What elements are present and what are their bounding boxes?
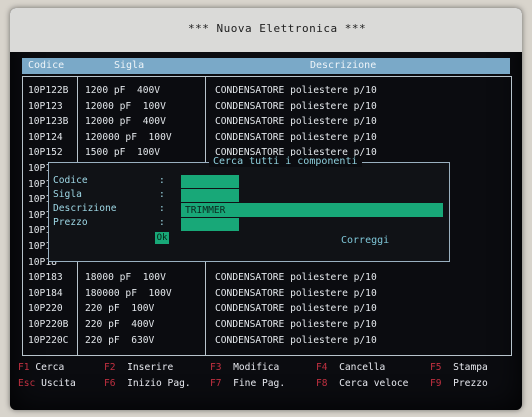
column-header-descrizione[interactable]: Descrizione (310, 60, 376, 71)
cell-codice: 10P152 (28, 147, 63, 159)
fkey-f3[interactable]: F3 Modifica (210, 362, 279, 373)
sigla-field[interactable] (181, 189, 239, 202)
label-sigla: Sigla (53, 189, 82, 200)
function-key-bar: F1 Cerca F2 Inserire F3 Modifica F4 Canc… (10, 360, 522, 400)
cell-sigla: 12000 pF 400V (85, 116, 166, 128)
ok-button[interactable]: Ok (155, 232, 169, 244)
cell-codice: 10P220 (28, 303, 63, 315)
label-descrizione: Descrizione (53, 203, 117, 214)
cell-sigla: 220 pF 630V (85, 334, 155, 346)
fkey-f2[interactable]: F2 Inserire (104, 362, 173, 373)
label-codice: Codice (53, 175, 88, 186)
cell-codice: 10P220B (28, 319, 69, 330)
table-row[interactable]: 10P220B 220 pF 400V CONDENSATORE poliester… (23, 319, 511, 333)
cell-descrizione: CONDENSATORE poliestere p/10 (215, 319, 377, 330)
table-row[interactable]: 10P183 18000 pF 100V CONDENSATORE polieste… (23, 272, 511, 286)
table-row[interactable]: 10P220 220 pF 100V CONDENSATORE poliestere… (23, 303, 511, 317)
cell-sigla: 220 pF 400V (85, 319, 155, 330)
fkey-f1[interactable]: F1 Cerca (18, 362, 64, 373)
cell-descrizione: CONDENSATORE poliestere p/10 (215, 272, 377, 284)
cell-codice: 10P123B (28, 116, 69, 128)
app-title: *** Nuova Elettronica *** (188, 22, 367, 35)
fkey-f8[interactable]: F8 Cerca veloce (316, 378, 408, 389)
cell-codice: 10P122B (28, 85, 69, 96)
search-dialog: Cerca tutti i componenti Codice Sigla De… (48, 156, 450, 262)
table-row[interactable]: 10P123B 12000 pF 400V CONDENSATORE poliest… (23, 116, 511, 130)
label-prezzo: Prezzo (53, 217, 88, 228)
title-banner: *** Nuova Elettronica *** (10, 8, 522, 52)
prezzo-field[interactable] (181, 218, 239, 231)
cell-codice: 10P124 (28, 131, 63, 143)
cell-sigla: 220 pF 100V (85, 303, 155, 315)
fkey-f6[interactable]: F6 Inizio Pag. (104, 378, 191, 389)
cell-sigla: 180000 pF 100V (85, 287, 172, 299)
correggi-button[interactable]: Correggi (341, 235, 389, 246)
cell-codice: 10P183 (28, 272, 63, 284)
column-header-codice[interactable]: Codice (28, 60, 64, 71)
cell-descrizione: CONDENSATORE poliestere p/10 (215, 116, 377, 128)
fkey-f4[interactable]: F4 Cancella (316, 362, 385, 373)
cell-sigla: 120000 pF 100V (85, 131, 172, 143)
fkey-f9[interactable]: F9 Prezzo (430, 378, 488, 389)
table-row[interactable]: 10P124 120000 pF 100V CONDENSATORE poliest… (23, 132, 511, 146)
cell-codice: 10P123 (28, 100, 63, 112)
table-header: Codice Sigla Descrizione (22, 58, 510, 74)
cell-sigla: 1200 pF 400V (85, 85, 161, 96)
cell-descrizione: CONDENSATORE poliestere p/10 (215, 85, 377, 96)
column-header-sigla[interactable]: Sigla (114, 60, 144, 71)
table-row[interactable]: 10P122B 1200 pF 400V CONDENSATORE polieste… (23, 85, 511, 99)
table-row[interactable]: 10P123 12000 pF 100V CONDENSATORE polieste… (23, 101, 511, 115)
cell-sigla: 18000 pF 100V (85, 272, 166, 284)
descrizione-value: TRIMMER (185, 205, 226, 216)
cell-descrizione: CONDENSATORE poliestere p/10 (215, 131, 377, 143)
cell-descrizione: CONDENSATORE poliestere p/10 (215, 334, 377, 346)
cell-sigla: 12000 pF 100V (85, 100, 166, 112)
codice-field[interactable] (181, 175, 239, 188)
cell-descrizione: CONDENSATORE poliestere p/10 (215, 287, 377, 299)
fkey-f7[interactable]: F7 Fine Pag. (210, 378, 285, 389)
cell-codice: 10P184 (28, 287, 63, 299)
table-row[interactable]: 10P220C 220 pF 630V CONDENSATORE poliester… (23, 335, 511, 349)
terminal-screen: *** Nuova Elettronica *** Codice Sigla D… (10, 8, 522, 410)
cell-descrizione: CONDENSATORE poliestere p/10 (215, 100, 377, 112)
cell-descrizione: CONDENSATORE poliestere p/10 (215, 303, 377, 315)
fkey-f5[interactable]: F5 Stampa (430, 362, 488, 373)
cell-codice: 10P220C (28, 334, 69, 346)
table-row[interactable]: 10P184 180000 pF 100V CONDENSATORE poliest… (23, 288, 511, 302)
cell-sigla: 1500 pF 100V (85, 147, 161, 159)
dialog-title: Cerca tutti i componenti (209, 156, 362, 167)
fkey-esc[interactable]: Esc Uscita (18, 378, 76, 389)
